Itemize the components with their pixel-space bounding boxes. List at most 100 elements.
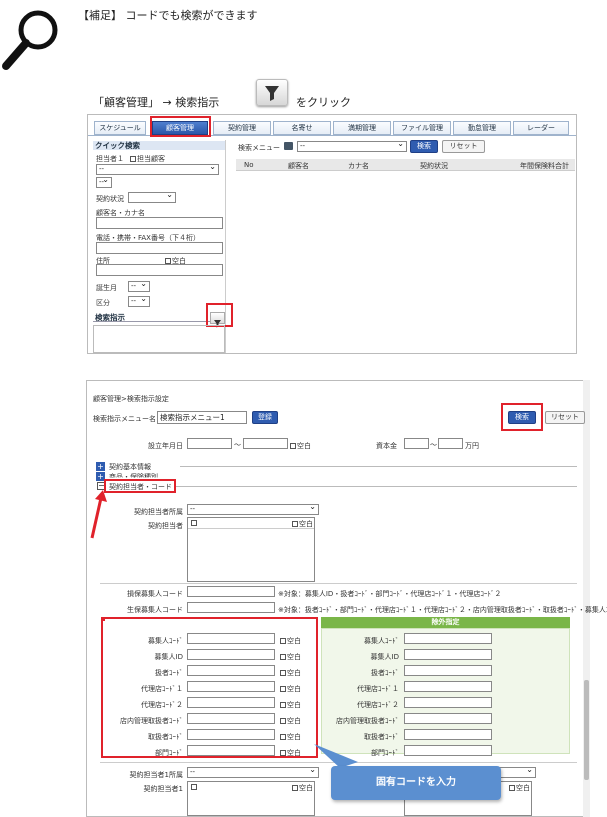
excl-input-agent[interactable] — [404, 633, 492, 644]
category-select[interactable]: -- — [128, 294, 150, 307]
search-menu-select[interactable]: -- — [297, 139, 407, 152]
owner-select[interactable]: -- — [96, 162, 219, 175]
instruction-prefix: 「顧客管理」 → 検索指示 — [93, 96, 220, 109]
reset-button-1[interactable]: リセット — [442, 140, 485, 153]
est-blank[interactable]: 空白 — [290, 441, 311, 451]
highlight-customer-tab — [150, 116, 211, 137]
capital-from[interactable] — [404, 438, 429, 449]
scrollbar-thumb[interactable] — [584, 680, 589, 780]
owner-checkbox[interactable] — [130, 156, 136, 162]
excl-input-store-handler[interactable] — [404, 713, 492, 724]
owner-label: 担当者１ — [96, 155, 124, 163]
tab-radar[interactable]: レーダー — [513, 121, 569, 135]
search-button-1[interactable]: 検索 — [410, 140, 438, 153]
menu-name-input[interactable]: 検索指示メニュー1 — [157, 411, 247, 424]
excl-input-agency1[interactable] — [404, 681, 492, 692]
owner1-listbox[interactable]: 空白 — [187, 781, 315, 816]
highlight-section-toggle — [104, 479, 176, 493]
est-from[interactable] — [187, 438, 232, 449]
excl-input-dealer[interactable] — [404, 729, 492, 740]
owner1-label: 契約担当者1 — [143, 785, 183, 793]
col-contract-status: 契約状況 — [420, 162, 448, 170]
excl-input-department[interactable] — [404, 745, 492, 756]
damage-agent-input[interactable] — [187, 586, 275, 597]
section-divider-2 — [176, 486, 577, 487]
excl-input-agent-id[interactable] — [404, 649, 492, 660]
owner-blank-checkbox[interactable] — [292, 521, 298, 527]
menu-name-label: 検索指示メニュー名 — [93, 415, 156, 423]
branch1-select[interactable]: -- — [187, 765, 319, 778]
owner1-listbox-blank[interactable]: 空白 — [292, 783, 313, 793]
col-annual-premium: 年間保険料合計 — [520, 162, 569, 170]
category-label: 区分 — [96, 299, 110, 307]
owner-select-2[interactable]: -- — [96, 175, 112, 188]
plus-icon[interactable]: + — [96, 462, 105, 471]
excl-label-store-handler: 店内管理取扱者ｺｰﾄﾞ — [336, 717, 399, 725]
excl-input-handler[interactable] — [404, 665, 492, 676]
birth-month-label: 誕生月 — [96, 284, 117, 292]
search-magnifier-icon — [2, 10, 58, 70]
name-input[interactable] — [96, 217, 223, 229]
capital-tilde: 〜 — [430, 441, 437, 449]
excl-label-agency2: 代理店ｺｰﾄﾞ２ — [357, 701, 399, 709]
search-instruction-list — [93, 325, 225, 353]
life-agent-note: ※対象：扱者ｺｰﾄﾞ・部門ｺｰﾄﾞ・代理店ｺｰﾄﾞ１・代理店ｺｰﾄﾞ２・店内管理… — [278, 606, 607, 614]
capital-to[interactable] — [438, 438, 463, 449]
search-menu-label: 検索メニュー — [238, 144, 280, 152]
excl-label-handler: 扱者ｺｰﾄﾞ — [371, 669, 399, 677]
est-to[interactable] — [243, 438, 288, 449]
branch-select[interactable]: -- — [187, 502, 319, 515]
owner-listbox-checkbox[interactable] — [191, 520, 197, 526]
contract-status-label: 契約状況 — [96, 195, 124, 203]
exclusion-header: 除外指定 — [321, 617, 570, 628]
section-contract-basic[interactable]: 契約基本情報 — [109, 462, 151, 472]
tab-name-merge[interactable]: 名寄せ — [273, 121, 331, 135]
filter-funnel-icon — [265, 86, 279, 101]
birth-month-select[interactable]: -- — [128, 279, 150, 292]
excl-input-agency2[interactable] — [404, 697, 492, 708]
col-kana-name: カナ名 — [348, 162, 369, 170]
excl-label-agent: 募集人ｺｰﾄﾞ — [364, 637, 399, 645]
address-input[interactable] — [96, 264, 223, 276]
owner1-right-blank[interactable]: 空白 — [509, 783, 530, 793]
est-blank-label: 空白 — [297, 442, 311, 450]
col-no: No — [244, 161, 254, 169]
tab-maturity-management[interactable]: 満期管理 — [333, 121, 391, 135]
tab-schedule[interactable]: スケジュール — [94, 121, 146, 135]
quick-search-header: クイック検索 — [93, 141, 225, 150]
instruction-suffix: をクリック — [296, 96, 351, 109]
damage-agent-label: 損保募集人コード — [127, 590, 183, 598]
excl-label-agency1: 代理店ｺｰﾄﾞ１ — [357, 685, 399, 693]
filter-button-illustration — [256, 79, 288, 106]
owner-listbox[interactable]: 空白 — [187, 517, 315, 582]
est-blank-checkbox[interactable] — [290, 443, 296, 449]
owner1-blank-checkbox[interactable] — [292, 785, 298, 791]
damage-agent-note: ※対象：募集人ID・扱者ｺｰﾄﾞ・部門ｺｰﾄﾞ・代理店ｺｰﾄﾞ１・代理店ｺｰﾄﾞ… — [278, 590, 502, 598]
highlight-code-fields-box — [101, 617, 318, 758]
register-button[interactable]: 登録 — [252, 411, 278, 424]
owner-blank-label: 空白 — [299, 520, 313, 528]
tab-attendance-management[interactable]: 勤怠管理 — [453, 121, 511, 135]
branch-label: 契約担当者所属 — [134, 508, 183, 516]
tab-contract-management[interactable]: 契約管理 — [213, 121, 271, 135]
owner-listbox-divider — [188, 528, 314, 529]
phone-input[interactable] — [96, 242, 223, 254]
owner-label-2: 契約担当者 — [148, 522, 183, 530]
grid-icon[interactable] — [284, 142, 293, 150]
highlight-filter-button — [206, 303, 233, 327]
section-divider-1 — [180, 466, 577, 467]
owner1-blank-label: 空白 — [299, 784, 313, 792]
life-agent-label: 生保募集人コード — [127, 606, 183, 614]
highlight-search-button — [501, 403, 543, 431]
owner1-listbox-checkbox[interactable] — [191, 784, 197, 790]
owner-check-label: 担当顧客 — [137, 155, 165, 163]
contract-status-select[interactable] — [128, 190, 176, 203]
tab-file-management[interactable]: ファイル管理 — [393, 121, 451, 135]
owner-check[interactable]: 担当顧客 — [130, 154, 165, 164]
est-label: 設立年月日 — [148, 442, 183, 450]
owner1-right-blank-checkbox[interactable] — [509, 785, 515, 791]
reset-button-2[interactable]: リセット — [545, 411, 585, 424]
life-agent-input[interactable] — [187, 602, 275, 613]
branch1-label: 契約担当者1所属 — [129, 771, 183, 779]
callout-enter-code: 固有コードを入力 — [331, 766, 501, 800]
